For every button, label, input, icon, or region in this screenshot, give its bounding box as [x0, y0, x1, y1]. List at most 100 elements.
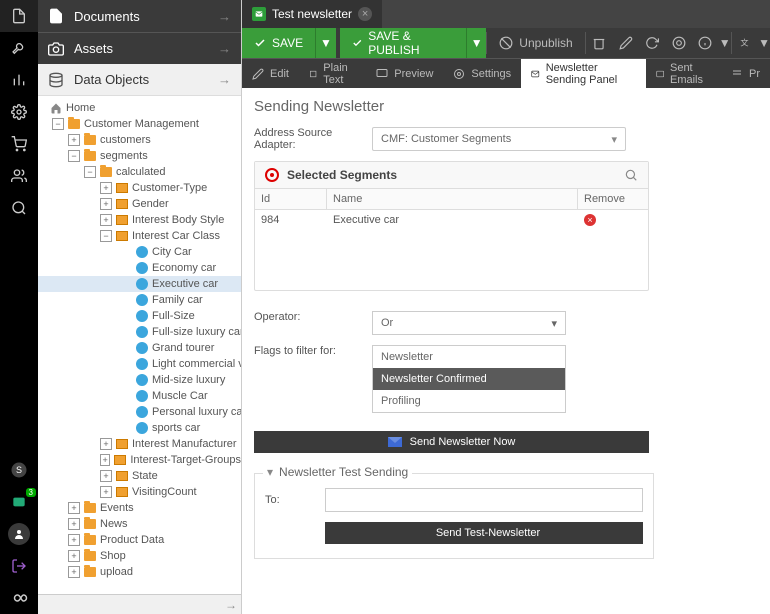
sub-sent-emails[interactable]: Sent Emails	[646, 59, 721, 88]
tree-custtype[interactable]: +Customer-Type	[38, 180, 241, 196]
save-button[interactable]: SAVE	[242, 28, 316, 58]
tree-sports[interactable]: sports car	[38, 420, 241, 436]
tree-fulllux[interactable]: Full-size luxury car	[38, 324, 241, 340]
collapse-icon[interactable]: −	[68, 150, 80, 162]
sub-plaintext[interactable]: Plain Text	[299, 59, 366, 88]
tree-gender[interactable]: +Gender	[38, 196, 241, 212]
close-icon[interactable]: ×	[358, 7, 372, 21]
rail-avatar-icon[interactable]	[0, 518, 38, 550]
tree-customers[interactable]: +customers	[38, 132, 241, 148]
expand-icon[interactable]: +	[100, 470, 112, 482]
rail-infinity-icon[interactable]	[0, 582, 38, 614]
expand-icon[interactable]: +	[100, 214, 112, 226]
info-button[interactable]	[692, 28, 719, 58]
tree-shop[interactable]: +Shop	[38, 548, 241, 564]
sub-preview[interactable]: Preview	[366, 59, 443, 88]
tree-segments[interactable]: −segments	[38, 148, 241, 164]
expand-icon[interactable]: +	[68, 502, 80, 514]
tree-perslux[interactable]: Personal luxury car	[38, 404, 241, 420]
tree-calculated[interactable]: −calculated	[38, 164, 241, 180]
save-publish-button[interactable]: SAVE & PUBLISH	[340, 28, 467, 58]
chevron-right-icon[interactable]: →	[225, 598, 237, 612]
remove-icon[interactable]: ×	[584, 214, 596, 226]
operator-select[interactable]: Or ▾	[372, 311, 566, 335]
rail-users-icon[interactable]	[0, 160, 38, 192]
delete-button[interactable]	[586, 28, 613, 58]
tree-targetgroups[interactable]: +Interest-Target-Groups	[38, 452, 241, 468]
col-remove[interactable]: Remove	[578, 189, 648, 209]
rail-cart-icon[interactable]	[0, 128, 38, 160]
translate-button[interactable]: 文	[731, 28, 758, 58]
flags-listbox[interactable]: Newsletter Newsletter Confirmed Profilin…	[372, 345, 566, 413]
save-publish-dropdown[interactable]: ▼	[467, 28, 487, 58]
rail-analytics-icon[interactable]	[0, 64, 38, 96]
tree-muscle[interactable]: Muscle Car	[38, 388, 241, 404]
tree-state[interactable]: +State	[38, 468, 241, 484]
info-dropdown[interactable]: ▼	[719, 28, 731, 58]
tree-events[interactable]: +Events	[38, 500, 241, 516]
tree-executive[interactable]: Executive car	[38, 276, 241, 292]
search-icon[interactable]	[624, 168, 638, 182]
tree-lightcomm[interactable]: Light commercial v	[38, 356, 241, 372]
tree-midlux[interactable]: Mid-size luxury	[38, 372, 241, 388]
tree-economy[interactable]: Economy car	[38, 260, 241, 276]
sub-properties[interactable]: Pr	[721, 59, 770, 88]
tree-fullsize[interactable]: Full-Size	[38, 308, 241, 324]
tree-upload[interactable]: +upload	[38, 564, 241, 580]
tree-grand[interactable]: Grand tourer	[38, 340, 241, 356]
tree-bodystyle[interactable]: +Interest Body Style	[38, 212, 241, 228]
rail-file-icon[interactable]	[0, 0, 38, 32]
expand-icon[interactable]: +	[68, 134, 80, 146]
save-dropdown[interactable]: ▼	[316, 28, 336, 58]
tree-manuf[interactable]: +Interest Manufacturer	[38, 436, 241, 452]
rail-tools-icon[interactable]	[0, 32, 38, 64]
tree-cm[interactable]: −Customer Management	[38, 116, 241, 132]
expand-icon[interactable]: +	[100, 486, 112, 498]
flag-option-profiling[interactable]: Profiling	[373, 390, 565, 412]
col-name[interactable]: Name	[327, 189, 578, 209]
rail-notification-icon[interactable]: 3	[0, 486, 38, 518]
sub-newsletter-panel[interactable]: Newsletter Sending Panel	[521, 59, 645, 88]
tree-home[interactable]: Home	[38, 100, 241, 116]
sub-settings[interactable]: Settings	[443, 59, 521, 88]
send-test-button[interactable]: Send Test-Newsletter	[325, 522, 643, 544]
rename-button[interactable]	[612, 28, 639, 58]
unpublish-button[interactable]: Unpublish	[487, 28, 584, 58]
expand-icon[interactable]: +	[100, 182, 112, 194]
tree-news[interactable]: +News	[38, 516, 241, 532]
send-now-button[interactable]: Send Newsletter Now	[254, 431, 649, 453]
expand-icon[interactable]: +	[68, 550, 80, 562]
sub-edit[interactable]: Edit	[242, 59, 299, 88]
expand-icon[interactable]: +	[68, 534, 80, 546]
adapter-select[interactable]: CMF: Customer Segments ▾	[372, 127, 626, 151]
col-id[interactable]: Id	[255, 189, 327, 209]
collapse-icon[interactable]: −	[52, 118, 64, 130]
nav-documents[interactable]: Documents →	[38, 0, 241, 32]
expand-icon[interactable]: +	[68, 518, 80, 530]
tree-productdata[interactable]: +Product Data	[38, 532, 241, 548]
rail-symfony-icon[interactable]: S	[0, 454, 38, 486]
nav-assets[interactable]: Assets →	[38, 32, 241, 64]
nav-data-objects[interactable]: Data Objects →	[38, 64, 241, 96]
rail-exit-icon[interactable]	[0, 550, 38, 582]
collapse-icon[interactable]: −	[100, 230, 112, 242]
target-button[interactable]	[665, 28, 692, 58]
rail-settings-icon[interactable]	[0, 96, 38, 128]
tree-carclass[interactable]: −Interest Car Class	[38, 228, 241, 244]
flag-option-confirmed[interactable]: Newsletter Confirmed	[373, 368, 565, 390]
tree-city[interactable]: City Car	[38, 244, 241, 260]
tab-newsletter[interactable]: Test newsletter ×	[242, 0, 382, 28]
expand-icon[interactable]: +	[68, 566, 80, 578]
rail-search-icon[interactable]	[0, 192, 38, 224]
collapse-icon[interactable]: −	[84, 166, 96, 178]
flag-option-newsletter[interactable]: Newsletter	[373, 346, 565, 368]
reload-button[interactable]	[639, 28, 666, 58]
translate-dropdown[interactable]: ▼	[758, 28, 770, 58]
to-input[interactable]	[325, 488, 643, 512]
expand-icon[interactable]: +	[100, 454, 110, 466]
table-row[interactable]: 984 Executive car ×	[255, 210, 648, 230]
tree-visiting[interactable]: +VisitingCount	[38, 484, 241, 500]
expand-icon[interactable]: +	[100, 438, 112, 450]
tree-family[interactable]: Family car	[38, 292, 241, 308]
expand-icon[interactable]: +	[100, 198, 112, 210]
